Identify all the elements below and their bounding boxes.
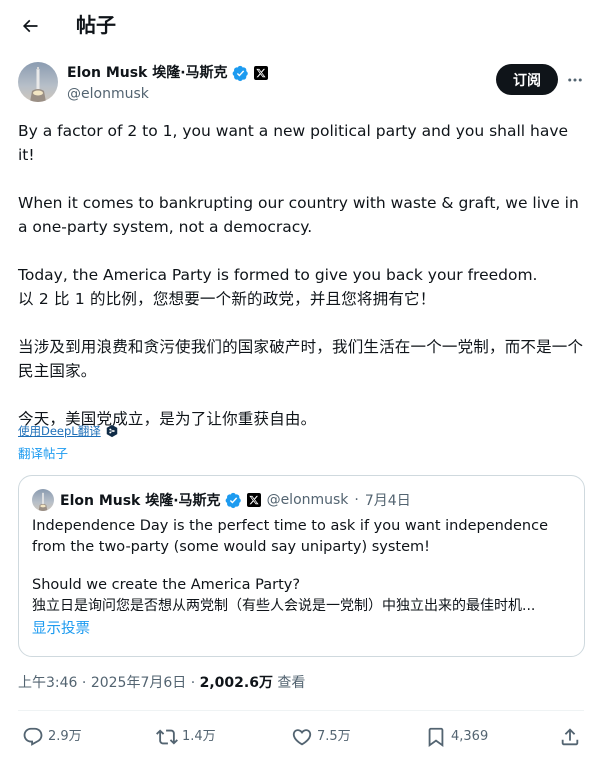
quoted-handle: @elonmusk — [266, 492, 349, 508]
heart-icon — [292, 729, 312, 746]
rocket-launch-avatar-image — [18, 62, 58, 102]
meta-separator: · — [186, 675, 200, 691]
view-count: 2,002.6万 — [199, 675, 273, 691]
tweet-text: By a factor of 2 to 1, you want a new po… — [18, 119, 586, 431]
deepl-link-label: 使用DeepL翻译 — [18, 424, 101, 438]
reply-icon — [23, 727, 43, 746]
bookmark-count: 4,369 — [451, 729, 489, 744]
post-date[interactable]: 2025年7月6日 — [91, 675, 186, 691]
tweet-paragraph: By a factor of 2 to 1, you want a new po… — [18, 122, 574, 164]
back-button[interactable] — [14, 10, 46, 42]
tweet-paragraph: When it comes to bankrupting our country… — [18, 194, 584, 236]
more-options-button[interactable] — [564, 69, 586, 91]
x-affiliate-badge-icon[interactable] — [253, 66, 268, 80]
tweet-paragraph-translated: 以 2 比 1 的比例，您想要一个新的政党，并且您将拥有它！ — [18, 290, 436, 308]
share-icon — [561, 728, 579, 746]
quoted-tweet-card[interactable]: Elon Musk 埃隆·马斯克 @elonmusk · 7月4日 Indepe… — [18, 475, 585, 657]
deepl-translate-link[interactable]: 使用DeepL翻译 — [18, 422, 119, 440]
view-label: 查看 — [272, 675, 306, 691]
like-count: 7.5万 — [317, 729, 351, 744]
quoted-translated-text: 独立日是询问您是否想从两党制（有些人会说是一党制）中独立出来的最佳时机... — [32, 598, 536, 614]
quoted-separator: · — [354, 492, 359, 508]
repost-count: 1.4万 — [182, 729, 216, 744]
like-button[interactable]: 7.5万 — [291, 722, 351, 752]
reply-count: 2.9万 — [48, 729, 82, 744]
page-title: 帖子 — [76, 13, 116, 37]
repost-button[interactable]: 1.4万 — [156, 722, 216, 752]
quoted-question: Should we create the America Party? — [32, 577, 301, 593]
reply-button[interactable]: 2.9万 — [22, 722, 82, 752]
tweet-paragraph-translated: 当涉及到用浪费和贪污使我们的国家破产时，我们生活在一个一党制，而不是一个民主国家… — [18, 338, 584, 380]
bookmark-icon — [428, 727, 444, 748]
quoted-date: 7月4日 — [364, 493, 411, 509]
avatar[interactable] — [18, 62, 58, 102]
subscribe-button[interactable]: 订阅 — [496, 64, 558, 95]
divider — [18, 710, 584, 711]
top-bar: 帖子 — [0, 0, 598, 52]
bookmark-button[interactable]: 4,369 — [425, 722, 488, 752]
verified-badge-icon[interactable] — [232, 65, 249, 82]
share-button[interactable] — [559, 722, 581, 752]
timestamp-row: 上午3:46 · 2025年7月6日 · 2,002.6万 查看 — [18, 673, 305, 693]
meta-separator: · — [77, 675, 91, 691]
deepl-logo-icon — [105, 424, 119, 438]
show-poll-link[interactable]: 显示投票 — [32, 619, 577, 640]
tweet-paragraph: Today, the America Party is formed to gi… — [18, 266, 538, 284]
arrow-left-icon — [22, 19, 38, 33]
translation-area: 使用DeepL翻译 翻译帖子 — [18, 422, 119, 463]
x-affiliate-badge-icon — [246, 493, 261, 507]
post-time[interactable]: 上午3:46 — [18, 675, 77, 691]
author-row: Elon Musk 埃隆·马斯克 @elonmusk 订阅 — [18, 62, 584, 106]
author-handle[interactable]: @elonmusk — [67, 84, 268, 104]
quoted-author-name: Elon Musk 埃隆·马斯克 — [60, 493, 221, 509]
translate-post-link[interactable]: 翻译帖子 — [18, 445, 119, 463]
ellipsis-icon — [568, 78, 582, 82]
quoted-text: Independence Day is the perfect time to … — [32, 518, 549, 555]
verified-badge-icon — [225, 492, 242, 509]
action-bar: 2.9万 1.4万 7.5万 4,369 — [0, 722, 598, 752]
repost-icon — [156, 729, 178, 745]
author-name[interactable]: Elon Musk 埃隆·马斯克 — [67, 63, 228, 83]
quoted-avatar — [32, 489, 54, 511]
